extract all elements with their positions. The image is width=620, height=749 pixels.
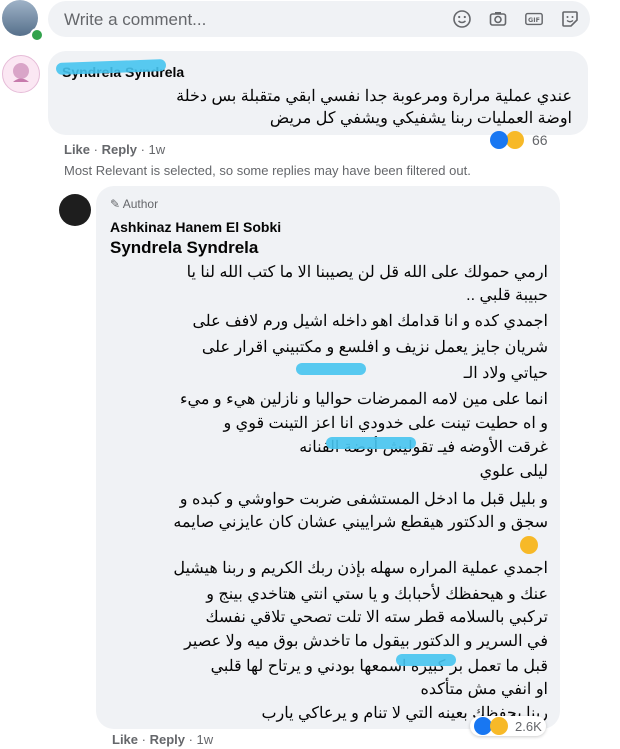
emoji-icon[interactable] xyxy=(452,9,472,29)
reply-text-line: حبيبة قلبي .. xyxy=(466,287,548,304)
reply-actions: Like · Reply · 1w xyxy=(112,732,214,747)
reply-text-line: ليلى علوي xyxy=(479,463,548,480)
reply-text-line: ارمي حمولك على الله قل لن يصيبنا الا ما … xyxy=(186,264,548,281)
svg-text:GIF: GIF xyxy=(528,17,540,24)
reply-text-line: في السرير و الدكتور بيقول ما تاخدش بوق م… xyxy=(184,633,548,650)
reply-time[interactable]: 1w xyxy=(197,732,214,747)
reply-text-line: عنك و هيحفظك لأحبابك و يا ستي انتي هتاخد… xyxy=(206,586,548,603)
reply-text-line: سجق و الدكتور هيقطع شراييني عشان كان عاي… xyxy=(173,514,548,531)
reply-text-line: انما على مين لامه الممرضات حواليا و نازل… xyxy=(180,391,548,408)
reply-text-line: اجمدي عملية المراره سهله بإذن ربك الكريم… xyxy=(173,560,548,577)
comment-text-line: اوضة العمليات ربنا يشفيكي ويشفي كل مريض xyxy=(269,110,572,127)
like-reaction-icon xyxy=(490,131,508,149)
reply-link[interactable]: Reply xyxy=(150,732,185,747)
reply-text-line: تركبي بالسلامه قطر سته الا تلت تصحي تلاق… xyxy=(205,609,548,626)
reply-link[interactable]: Reply xyxy=(102,142,137,157)
commenter-avatar[interactable] xyxy=(2,55,40,93)
sticker-icon[interactable] xyxy=(560,9,580,29)
pencil-icon: ✎ xyxy=(110,197,121,211)
reaction-count: 2.6K xyxy=(515,718,542,734)
comment-time[interactable]: 1w xyxy=(149,142,166,157)
reply-text-line: اجمدي كده و انا قدامك اهو داخله اشيل ورم… xyxy=(192,313,548,330)
comment-composer[interactable]: Write a comment... GIF xyxy=(48,1,590,37)
reply-text-line: قبل ما تعمل بر كبيره اسمعها بودني و يرتا… xyxy=(210,658,548,675)
redaction-scribble xyxy=(296,363,366,375)
sad-emoji-icon xyxy=(520,536,538,554)
comment-input-placeholder: Write a comment... xyxy=(64,10,207,29)
sad-reaction-icon xyxy=(490,717,508,735)
filter-note: Most Relevant is selected, so some repli… xyxy=(64,163,471,178)
comment-text-line: عندي عملية مرارة ومرعوبة جدا نفسي ابقي م… xyxy=(176,88,572,105)
redaction-scribble xyxy=(326,437,416,449)
reply-text-line: او انفي مش متأكده xyxy=(420,681,548,698)
reaction-count: 66 xyxy=(532,132,548,148)
comment-bubble: Syndrela Syndrela عندي عملية مرارة ومرعو… xyxy=(48,51,588,135)
reply-text-line: و بليل قبل ما ادخل المستشفى ضربت حواوشي … xyxy=(179,491,548,508)
like-link[interactable]: Like xyxy=(64,142,90,157)
reply-author-avatar[interactable] xyxy=(59,194,91,226)
comment-actions: Like · Reply · 1w xyxy=(64,142,166,157)
reply-text-line: شريان جايز يعمل نزيف و افلسع و مكتبيني ا… xyxy=(201,339,548,356)
reply-text-line: و اه حطيت تينت على خدودي انا اعز التينت … xyxy=(223,415,549,432)
reply-mention[interactable]: Syndrela Syndrela xyxy=(110,238,258,258)
author-badge: ✎ Author xyxy=(110,197,159,211)
redaction-scribble xyxy=(396,654,456,666)
online-status-dot xyxy=(30,28,44,42)
camera-icon[interactable] xyxy=(488,9,508,29)
reply-author-name[interactable]: Ashkinaz Hanem El Sobki xyxy=(110,219,281,235)
like-link[interactable]: Like xyxy=(112,732,138,747)
sad-reaction-icon xyxy=(506,131,524,149)
reply-bubble: ✎ Author Ashkinaz Hanem El Sobki Syndrel… xyxy=(96,186,560,729)
reply-reaction-summary[interactable]: 2.6K xyxy=(470,716,546,736)
gif-icon[interactable]: GIF xyxy=(524,9,544,29)
reaction-summary[interactable]: 66 xyxy=(490,131,548,149)
